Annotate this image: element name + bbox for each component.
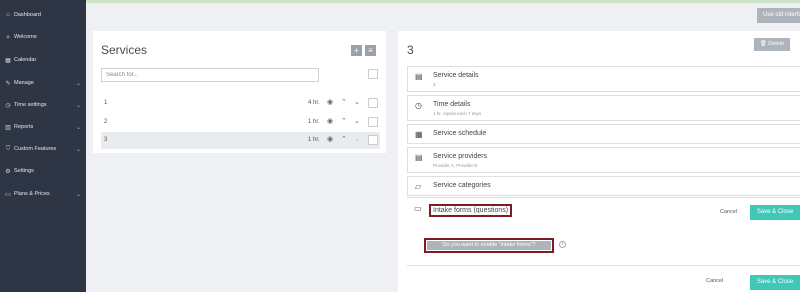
sidebar-item-custom-features[interactable]: ⛉ Custom Features ⌄ xyxy=(0,139,86,159)
bar-chart-icon: ▥ xyxy=(5,124,11,131)
chevron-down-icon[interactable]: ⌄ xyxy=(354,135,360,143)
lightbulb-icon: ✧ xyxy=(5,34,11,41)
service-duration: 4 hr. xyxy=(308,100,320,106)
eye-icon[interactable]: ◉ xyxy=(327,98,333,106)
top-success-bar xyxy=(86,0,800,3)
sidebar-item-label: Settings xyxy=(14,168,34,174)
clock-icon: ◷ xyxy=(5,102,11,109)
chevron-up-icon[interactable]: ⌃ xyxy=(341,117,347,125)
section-subtitle: 3 xyxy=(433,82,436,87)
chevron-down-icon: ⌄ xyxy=(76,80,82,87)
service-name: 2 xyxy=(104,119,108,125)
sidebar-item-calendar[interactable]: ▦ Calendar xyxy=(0,50,86,70)
sidebar-item-dashboard[interactable]: ⌂ Dashboard xyxy=(0,5,86,25)
section-title: Service categories xyxy=(433,182,491,189)
select-all-checkbox[interactable] xyxy=(368,69,378,79)
service-duration: 1 hr. xyxy=(308,119,320,125)
chevron-down-icon: ⌄ xyxy=(76,102,82,109)
section-service-providers[interactable]: ▤ Service providers Provider A, Provider… xyxy=(407,147,800,173)
divider xyxy=(407,265,800,266)
search-input[interactable] xyxy=(101,68,319,82)
row-checkbox[interactable] xyxy=(368,117,378,127)
sidebar-item-label: Plans & Prices xyxy=(14,191,50,197)
shield-icon: ⛉ xyxy=(5,145,11,152)
chevron-down-icon[interactable]: ⌄ xyxy=(354,98,360,106)
section-subtitle: 1 hr, repeat each 7 days xyxy=(433,111,482,116)
service-name: 1 xyxy=(104,100,108,106)
services-menu-button[interactable]: ≡ xyxy=(365,45,376,56)
service-duration: 1 hr. xyxy=(308,137,320,143)
sidebar-item-plans-prices[interactable]: ▭ Plans & Prices ⌄ xyxy=(0,184,86,204)
save-close-button[interactable]: Save & Close xyxy=(750,205,800,220)
calendar-icon: ▦ xyxy=(5,57,11,64)
section-intake-forms: ▭ Intake forms (questions) Cancel Save &… xyxy=(407,197,800,292)
sidebar-item-reports[interactable]: ▥ Reports ⌄ xyxy=(0,117,86,137)
dashboard-icon: ⌂ xyxy=(6,12,10,18)
sidebar-item-label: Custom Features xyxy=(14,146,57,152)
sidebar-item-label: Calendar xyxy=(14,57,37,63)
row-checkbox[interactable] xyxy=(368,135,378,145)
enable-intake-forms-highlight: Do you want to enable "intake forms"? xyxy=(424,238,554,253)
sidebar-item-label: Dashboard xyxy=(14,12,41,18)
eye-icon[interactable]: ◉ xyxy=(327,135,333,143)
section-title: Service providers xyxy=(433,153,488,160)
section-title: Intake forms (questions) xyxy=(429,204,513,217)
eye-icon[interactable]: ◉ xyxy=(327,117,333,125)
table-row[interactable]: 1 4 hr. ◉ ⌃ ⌄ xyxy=(101,95,380,112)
enable-intake-forms-button[interactable]: Do you want to enable "intake forms"? xyxy=(427,241,551,250)
section-subtitle: Provider A, Provider B xyxy=(433,163,478,168)
services-panel: Services + ≡ 1 4 hr. ◉ ⌃ ⌄ 2 1 hr. ◉ ⌃ ⌄… xyxy=(93,31,386,153)
document-icon: ▤ xyxy=(415,72,423,81)
service-title: 3 xyxy=(407,43,414,57)
sidebar-item-settings[interactable]: ⚙ Settings xyxy=(0,161,86,181)
delete-label: Delete xyxy=(768,41,785,47)
section-title: Time details xyxy=(433,101,471,108)
chevron-up-icon[interactable]: ⌃ xyxy=(341,135,347,143)
delete-button[interactable]: 🗑 Delete xyxy=(754,38,790,51)
chevron-down-icon: ⌄ xyxy=(76,191,82,198)
section-title: Service details xyxy=(433,72,479,79)
chevron-down-icon: ⌄ xyxy=(76,146,82,153)
section-service-schedule[interactable]: ▦ Service schedule xyxy=(407,124,800,144)
folder-icon: ▱ xyxy=(415,182,422,191)
sidebar: ⌂ Dashboard ✧ Welcome ▦ Calendar ✎ Manag… xyxy=(0,0,86,292)
cancel-button[interactable]: Cancel xyxy=(706,278,723,284)
table-row[interactable]: 3 1 hr. ◉ ⌃ ⌄ xyxy=(101,132,380,149)
table-row[interactable]: 2 1 hr. ◉ ⌃ ⌄ xyxy=(101,114,380,131)
section-title: Service schedule xyxy=(433,130,487,137)
use-old-interface-button[interactable]: Use old interface xyxy=(757,8,800,23)
list-icon: ≡ xyxy=(368,46,373,55)
save-close-button[interactable]: Save & Close xyxy=(750,275,800,290)
plus-icon: + xyxy=(354,46,359,55)
section-service-details[interactable]: ▤ Service details 3 xyxy=(407,66,800,92)
cancel-button[interactable]: Cancel xyxy=(720,209,737,215)
sidebar-item-label: Manage xyxy=(14,80,34,86)
service-name: 3 xyxy=(104,137,108,143)
services-title: Services xyxy=(101,43,148,57)
sidebar-item-label: Time settings xyxy=(14,102,47,108)
trash-icon: 🗑 xyxy=(759,41,767,47)
clock-icon: ◷ xyxy=(415,101,422,110)
calendar-icon: ▦ xyxy=(415,130,423,139)
sidebar-item-welcome[interactable]: ✧ Welcome xyxy=(0,27,86,47)
info-icon[interactable]: i xyxy=(559,241,566,248)
chevron-down-icon[interactable]: ⌄ xyxy=(354,117,360,125)
gears-icon: ⚙ xyxy=(5,168,11,175)
list-icon: ▤ xyxy=(415,153,423,162)
sidebar-item-label: Welcome xyxy=(14,34,37,40)
pencil-icon: ✎ xyxy=(5,80,11,87)
sidebar-item-time-settings[interactable]: ◷ Time settings ⌄ xyxy=(0,95,86,115)
add-service-button[interactable]: + xyxy=(351,45,362,56)
sidebar-item-manage[interactable]: ✎ Manage ⌄ xyxy=(0,73,86,93)
section-service-categories[interactable]: ▱ Service categories xyxy=(407,176,800,196)
credit-card-icon: ▭ xyxy=(5,191,11,198)
service-detail-panel: 3 🗑 Delete ▤ Service details 3 ◷ Time de… xyxy=(398,31,800,292)
sidebar-item-label: Reports xyxy=(14,124,34,130)
chevron-down-icon: ⌄ xyxy=(76,124,82,131)
chevron-up-icon[interactable]: ⌃ xyxy=(341,98,347,106)
section-time-details[interactable]: ◷ Time details 1 hr, repeat each 7 days xyxy=(407,95,800,121)
form-icon: ▭ xyxy=(414,204,422,213)
row-checkbox[interactable] xyxy=(368,98,378,108)
